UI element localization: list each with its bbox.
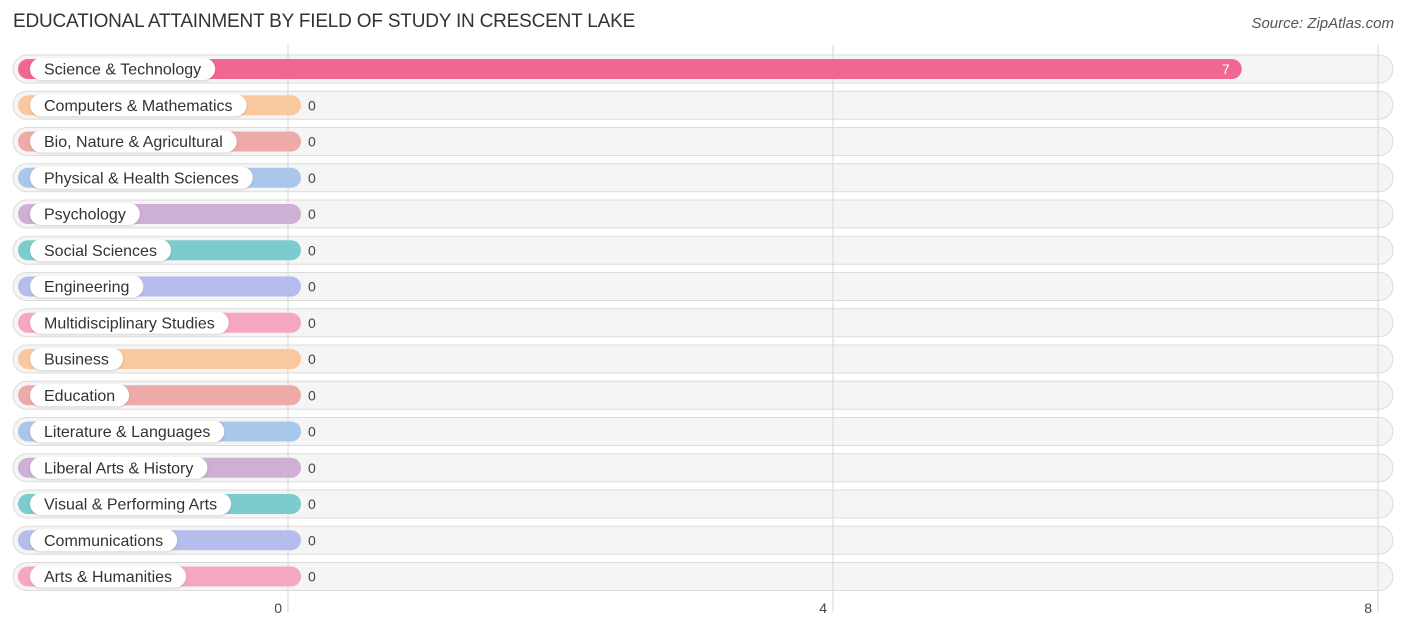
value-label: 7 — [1222, 61, 1230, 77]
category-label: Bio, Nature & Agricultural — [44, 134, 223, 151]
value-label: 0 — [308, 242, 316, 258]
bar-chart: Science & Technology 7 Computers & Mathema… — [12, 45, 1394, 616]
value-label: 0 — [308, 351, 316, 367]
value-label: 0 — [308, 569, 316, 585]
value-label: 0 — [308, 496, 316, 512]
value-label: 0 — [308, 532, 316, 548]
value-label: 0 — [308, 460, 316, 476]
category-label: Arts & Humanities — [44, 569, 172, 586]
category-label: Psychology — [44, 207, 126, 224]
category-label: Physical & Health Sciences — [44, 170, 239, 187]
category-label: Literature & Languages — [44, 424, 210, 441]
value-label: 0 — [308, 170, 316, 186]
category-label: Visual & Performing Arts — [44, 497, 217, 514]
x-tick-label: 4 — [819, 600, 827, 616]
value-label: 0 — [308, 97, 316, 113]
x-tick-label: 0 — [274, 600, 282, 616]
category-label: Science & Technology — [44, 62, 201, 79]
category-label: Education — [44, 388, 115, 405]
value-label: 0 — [308, 315, 316, 331]
category-label: Multidisciplinary Studies — [44, 315, 215, 332]
x-tick-label: 8 — [1364, 600, 1372, 616]
value-label: 0 — [308, 134, 316, 150]
category-label: Engineering — [44, 279, 129, 296]
category-label: Business — [44, 352, 109, 369]
category-label: Liberal Arts & History — [44, 460, 193, 477]
value-label: 0 — [308, 387, 316, 403]
value-label: 0 — [308, 424, 316, 440]
value-label: 0 — [308, 279, 316, 295]
category-label: Computers & Mathematics — [44, 98, 233, 115]
category-label: Communications — [44, 533, 163, 550]
category-label: Social Sciences — [44, 243, 157, 260]
value-label: 0 — [308, 206, 316, 222]
